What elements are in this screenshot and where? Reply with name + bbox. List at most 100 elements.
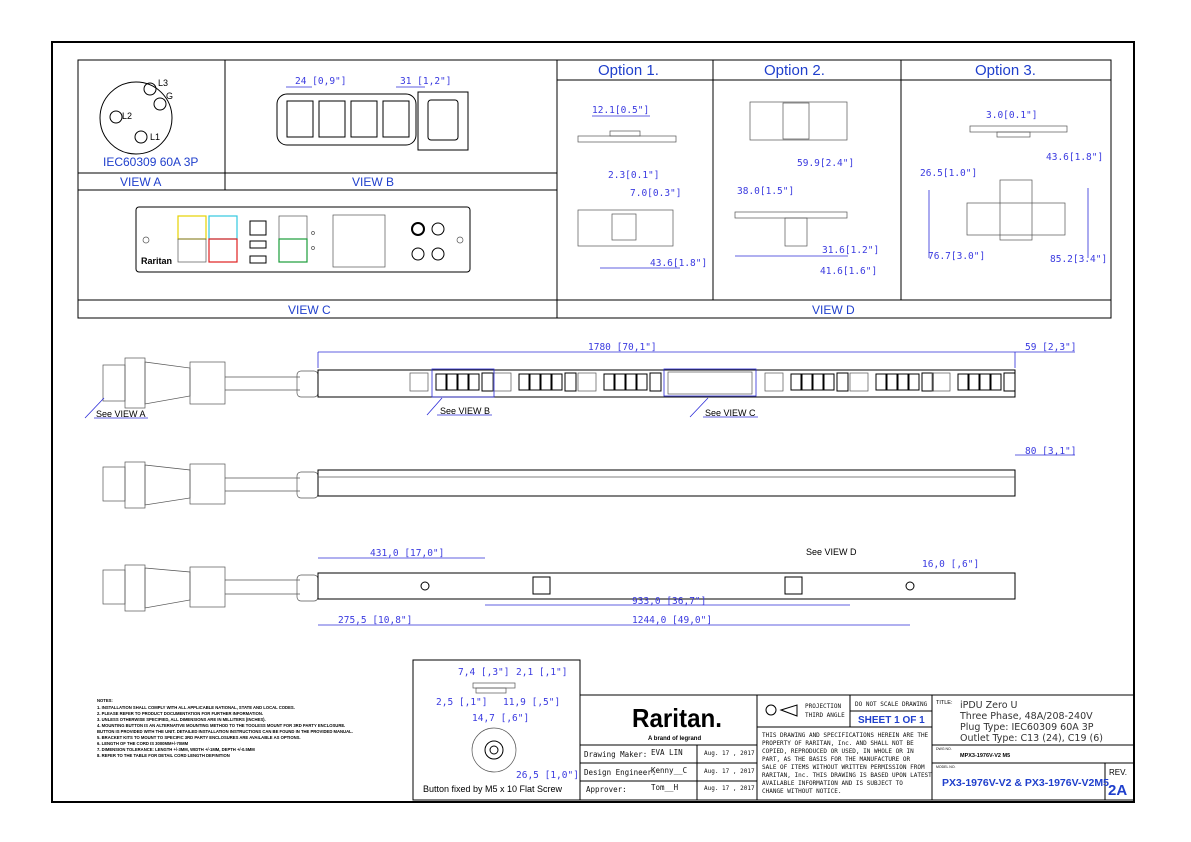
c13-outlet	[908, 373, 920, 391]
svg-text:85.2[3.4"]: 85.2[3.4"]	[1050, 254, 1107, 265]
view-a: L3 G L2 L1 IEC60309 60A 3P VIEW A	[99, 78, 198, 189]
c19-outlet	[492, 372, 512, 392]
c13-outlet	[790, 373, 802, 391]
option-3-title: Option 3.	[975, 62, 1036, 79]
svg-text:12.1[0.5"]: 12.1[0.5"]	[592, 105, 649, 116]
c13-outlet	[518, 373, 530, 391]
c13-outlet	[551, 373, 563, 391]
svg-text:43.6[1.8"]: 43.6[1.8"]	[1046, 152, 1103, 163]
option-1-title: Option 1.	[598, 62, 659, 79]
svg-text:Design Engineer:: Design Engineer:	[584, 768, 656, 777]
model-number: PX3-1976V-V2 & PX3-1976V-V2M5	[942, 777, 1109, 789]
sheet-border	[51, 41, 1135, 803]
svg-text:Raritan: Raritan	[141, 256, 172, 266]
svg-text:NOTES:: NOTES:	[97, 698, 113, 703]
view-b: 24 [0,9"] 31 [1,2"] VIEW B	[276, 76, 469, 189]
svg-text:L3: L3	[158, 78, 168, 88]
svg-text:11,9 [,5"]: 11,9 [,5"]	[503, 697, 560, 708]
option-2-drawing: 59.9[2.4"] 38.0[1.5"] 31.6[1.2"] 41.6[1.…	[734, 101, 879, 277]
plug-caption: IEC60309 60A 3P	[103, 155, 198, 169]
svg-text:Plug Type: IEC60309 60A 3P: Plug Type: IEC60309 60A 3P	[960, 722, 1094, 733]
svg-text:Drawing Maker:: Drawing Maker:	[584, 750, 647, 759]
c13-outlet	[886, 373, 898, 391]
svg-text:G: G	[166, 91, 173, 101]
svg-text:See VIEW B: See VIEW B	[440, 406, 490, 416]
close-icon	[431, 222, 445, 236]
svg-text:DWG NO.: DWG NO.	[936, 747, 952, 751]
c13-outlet	[529, 373, 541, 391]
c13-outlet	[823, 373, 835, 391]
svg-text:2.3[0.1"]: 2.3[0.1"]	[608, 170, 659, 181]
svg-text:43.6[1.8"]: 43.6[1.8"]	[650, 258, 707, 269]
svg-text:1244,0 [49,0"]: 1244,0 [49,0"]	[632, 615, 712, 626]
svg-text:TITLE:: TITLE:	[936, 700, 953, 706]
drawing-number: MPX3-1976V-V2 M5	[960, 753, 1010, 759]
notes: NOTES: 1. INSTALLATION SHALL COMPLY WITH…	[97, 698, 353, 758]
view-c-label: VIEW C	[288, 303, 331, 317]
svg-text:26,5 [1,0"]: 26,5 [1,0"]	[516, 770, 579, 781]
c13-outlet	[318, 100, 346, 138]
svg-text:PART, AS THE BASIS FOR THE MAN: PART, AS THE BASIS FOR THE MANUFACTURE O…	[762, 756, 910, 763]
svg-text:41.6[1.6"]: 41.6[1.6"]	[820, 266, 877, 277]
c13-outlet	[875, 373, 887, 391]
svg-text:16,0 [,6"]: 16,0 [,6"]	[922, 559, 979, 570]
svg-text:iPDU Zero U: iPDU Zero U	[960, 700, 1018, 711]
option-1-drawing: 12.1[0.5"] 2.3[0.1"] 7.0[0.3"] 43.6[1.8"…	[577, 105, 707, 269]
ok-button-icon	[411, 222, 425, 236]
svg-text:933,0 [36,7"]: 933,0 [36,7"]	[632, 596, 706, 607]
svg-text:24 [0,9"]: 24 [0,9"]	[295, 76, 346, 87]
see-view-d-callout: See VIEW D	[806, 547, 857, 557]
c13-outlet	[625, 373, 637, 391]
option-3-drawing: 3.0[0.1"] 43.6[1.8"] 26.5[1.0"] 76.7[3.0…	[920, 110, 1107, 265]
svg-text:5. BRACKET KITS TO MOUNT TO SP: 5. BRACKET KITS TO MOUNT TO SPECIFIC 3RD…	[97, 735, 301, 740]
svg-text:EVA LIN: EVA LIN	[651, 748, 683, 757]
svg-text:See VIEW C: See VIEW C	[705, 408, 756, 418]
c13-outlet	[957, 373, 969, 391]
c13-outlet	[801, 373, 813, 391]
legrand-tagline: A brand of legrand	[648, 736, 701, 742]
c19-outlet	[836, 372, 849, 392]
svg-text:38.0[1.5"]: 38.0[1.5"]	[737, 186, 794, 197]
c19-outlet	[764, 372, 784, 392]
svg-text:Aug. 17 , 2017: Aug. 17 , 2017	[704, 768, 755, 775]
c19-outlet	[1003, 372, 1016, 392]
engineering-drawing: L3 G L2 L1 IEC60309 60A 3P VIEW A 24 [0,…	[51, 41, 1135, 803]
title-block: Raritan. A brand of legrand Drawing Make…	[579, 694, 1135, 801]
svg-text:31 [1,2"]: 31 [1,2"]	[400, 76, 451, 87]
c13-outlet	[897, 373, 909, 391]
svg-text:MODEL NO.: MODEL NO.	[936, 765, 956, 769]
svg-text:DO NOT SCALE DRAWING: DO NOT SCALE DRAWING	[855, 701, 928, 708]
svg-text:Outlet Type: C13 (24), C19 (6): Outlet Type: C13 (24), C19 (6)	[960, 733, 1103, 744]
controller-panel	[667, 371, 753, 395]
svg-text:CHANGE WITHOUT NOTICE.: CHANGE WITHOUT NOTICE.	[762, 788, 841, 795]
svg-text:275,5 [10,8"]: 275,5 [10,8"]	[338, 615, 412, 626]
revision: 2A	[1108, 782, 1127, 799]
svg-text:3.0[0.1"]: 3.0[0.1"]	[986, 110, 1037, 121]
c13-outlet	[468, 373, 480, 391]
svg-text:L1: L1	[150, 132, 160, 142]
c13-outlet	[812, 373, 824, 391]
depth-dimension: 80 [3,1"]	[1025, 446, 1076, 457]
c19-outlet	[409, 372, 429, 392]
c13-outlet	[435, 373, 447, 391]
c19-outlet	[931, 372, 951, 392]
svg-text:7.0[0.3"]: 7.0[0.3"]	[630, 188, 681, 199]
pdu-back-view: 431,0 [17,0"] See VIEW D 16,0 [,6"] 933,…	[102, 547, 1016, 626]
svg-text:Tom__H: Tom__H	[651, 783, 679, 792]
svg-text:Aug. 17 , 2017: Aug. 17 , 2017	[704, 785, 755, 792]
c13-outlet	[603, 373, 615, 391]
svg-text:14,7 [,6"]: 14,7 [,6"]	[472, 713, 529, 724]
c13-outlet	[636, 373, 648, 391]
width-dimension: 59 [2,3"]	[1025, 342, 1076, 353]
c13-outlet	[979, 373, 991, 391]
svg-text:2. PLEASE REFER TO PRODUCT DOC: 2. PLEASE REFER TO PRODUCT DOCUMENTATION…	[97, 711, 263, 716]
top-views-frame	[77, 59, 1112, 319]
c13-outlet	[540, 373, 552, 391]
c13-outlet	[350, 100, 378, 138]
svg-text:Kenny__C: Kenny__C	[651, 766, 687, 775]
svg-text:Approver:: Approver:	[586, 785, 627, 794]
svg-text:SALE OF ITEMS WITHOUT WRITTEN: SALE OF ITEMS WITHOUT WRITTEN PERMISSION…	[762, 764, 925, 771]
c19-outlet	[849, 372, 869, 392]
c19-outlet	[921, 372, 934, 392]
c19-outlet	[649, 372, 662, 392]
